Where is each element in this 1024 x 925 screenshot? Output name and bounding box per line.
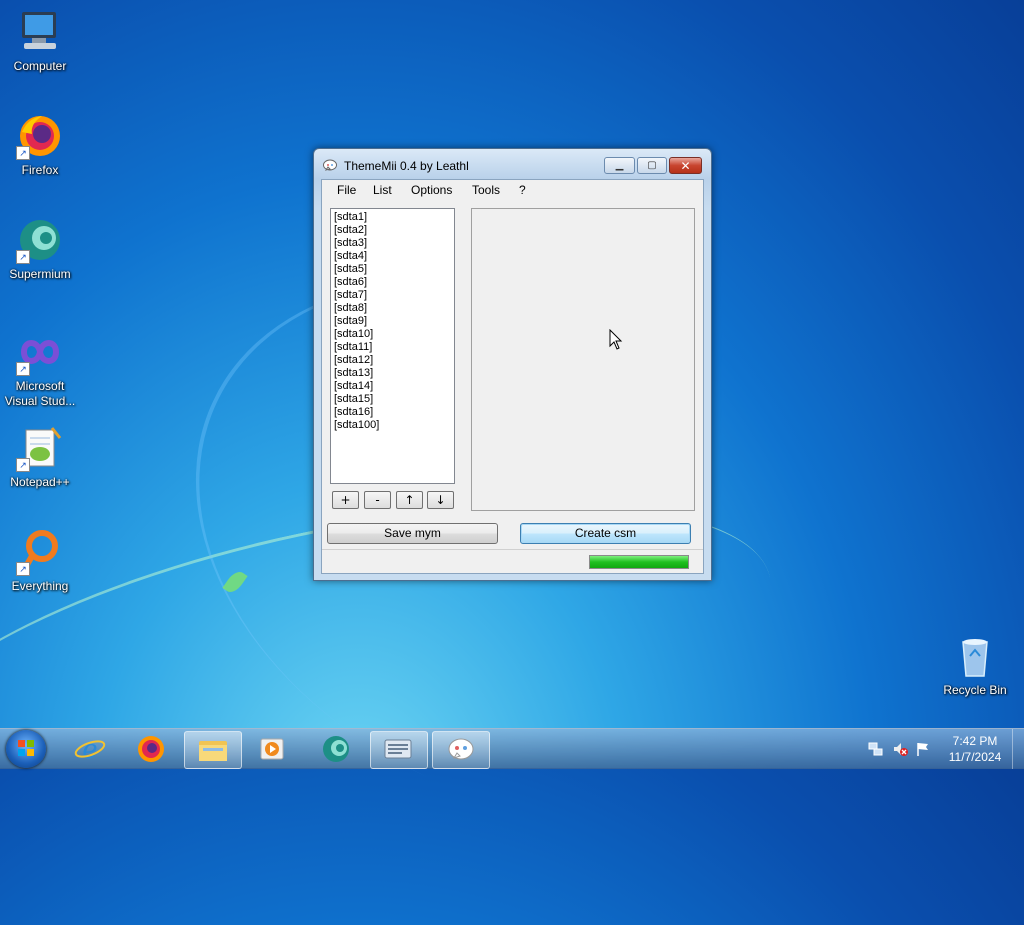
- list-item[interactable]: [sdta6]: [334, 276, 451, 289]
- save-mym-button[interactable]: Save mym: [327, 523, 498, 544]
- taskbar-thememii[interactable]: [432, 731, 490, 769]
- network-icon[interactable]: [868, 741, 884, 757]
- desktop-icon-computer[interactable]: Computer: [0, 8, 80, 74]
- list-item[interactable]: [sdta3]: [334, 237, 451, 250]
- firefox-icon: ↗: [16, 112, 64, 160]
- taskbar-on-screen-keyboard[interactable]: [370, 731, 428, 769]
- desktop-icon-label: Recycle Bin: [943, 683, 1007, 697]
- start-button[interactable]: [6, 730, 46, 768]
- list-item[interactable]: [sdta16]: [334, 406, 451, 419]
- list-item[interactable]: [sdta15]: [334, 393, 451, 406]
- svg-text:e: e: [82, 735, 97, 765]
- window-title: ThemeMii 0.4 by Leathl: [344, 159, 469, 173]
- desktop-icon-everything[interactable]: ↗ Everything: [0, 528, 80, 594]
- add-button[interactable]: +: [332, 491, 359, 509]
- list-item[interactable]: [sdta10]: [334, 328, 451, 341]
- desktop-icon-firefox[interactable]: ↗ Firefox: [0, 112, 80, 178]
- list-item[interactable]: [sdta11]: [334, 341, 451, 354]
- menu-file[interactable]: File: [337, 183, 356, 197]
- recycle-bin-icon: [951, 632, 999, 680]
- media-player-icon: [260, 738, 284, 760]
- list-item[interactable]: [sdta12]: [334, 354, 451, 367]
- taskbar-file-explorer[interactable]: [184, 731, 242, 769]
- create-csm-button[interactable]: Create csm: [520, 523, 691, 544]
- status-bar: [322, 549, 703, 574]
- shortcut-arrow-icon: ↗: [16, 362, 30, 376]
- desktop-icon-label: Microsoft Visual Stud...: [4, 379, 76, 408]
- list-item[interactable]: [sdta7]: [334, 289, 451, 302]
- thememii-window[interactable]: ThemeMii 0.4 by Leathl ▁ ▢ ✕ File List O…: [313, 148, 712, 581]
- menu-options[interactable]: Options: [411, 183, 452, 197]
- progress-bar: [589, 555, 689, 569]
- shortcut-arrow-icon: ↗: [16, 146, 30, 160]
- close-icon: ✕: [680, 158, 691, 173]
- menu-help[interactable]: ?: [519, 183, 526, 197]
- list-item[interactable]: [sdta9]: [334, 315, 451, 328]
- remove-button[interactable]: -: [364, 491, 391, 509]
- close-button[interactable]: ✕: [669, 157, 702, 174]
- list-item[interactable]: [sdta8]: [334, 302, 451, 315]
- desktop-icon-label: Firefox: [21, 163, 59, 177]
- section-listbox[interactable]: [sdta1] [sdta2] [sdta3] [sdta4] [sdta5] …: [330, 208, 455, 484]
- folder-icon: [199, 741, 227, 761]
- minimize-button[interactable]: ▁: [604, 157, 635, 174]
- everything-icon: ↗: [16, 528, 64, 576]
- action-center-flag-icon[interactable]: [915, 741, 931, 757]
- desktop-icon-supermium[interactable]: ↗ Supermium: [0, 216, 80, 282]
- supermium-icon: ↗: [16, 216, 64, 264]
- progress-fill: [590, 556, 688, 568]
- maximize-icon: ▢: [647, 160, 657, 171]
- keyboard-icon: [384, 739, 412, 759]
- shortcut-arrow-icon: ↗: [16, 562, 30, 576]
- menu-tools[interactable]: Tools: [472, 183, 500, 197]
- minimize-icon: ▁: [615, 160, 624, 171]
- clock[interactable]: 7:42 PM 11/7/2024: [940, 733, 1010, 765]
- move-down-button[interactable]: ↓: [427, 491, 454, 509]
- thememii-app-icon: [323, 159, 338, 172]
- list-item[interactable]: [sdta2]: [334, 224, 451, 237]
- clock-time: 7:42 PM: [952, 734, 998, 748]
- desktop-icon-label: Supermium: [9, 267, 71, 281]
- list-item[interactable]: [sdta100]: [334, 419, 451, 432]
- computer-icon: [16, 8, 64, 56]
- maximize-button[interactable]: ▢: [637, 157, 667, 174]
- visual-studio-icon: ↗: [16, 328, 64, 376]
- notepadpp-icon: ↗: [16, 424, 64, 472]
- taskbar-supermium[interactable]: [306, 731, 362, 767]
- taskbar: e 7:42 PM 11/7/2024: [0, 728, 1024, 769]
- shortcut-arrow-icon: ↗: [16, 250, 30, 264]
- list-item[interactable]: [sdta4]: [334, 250, 451, 263]
- menu-bar: File List Options Tools ?: [322, 180, 703, 200]
- volume-muted-icon[interactable]: [892, 741, 908, 757]
- list-item[interactable]: [sdta1]: [334, 211, 451, 224]
- move-up-button[interactable]: ↑: [396, 491, 423, 509]
- desktop-icon-label: Everything: [11, 579, 69, 593]
- taskbar-media-player[interactable]: [245, 731, 301, 767]
- firefox-icon: [138, 736, 164, 762]
- mouse-cursor-icon: [609, 328, 623, 351]
- window-client-area: File List Options Tools ? [sdta1] [sdta2…: [321, 179, 704, 574]
- list-item[interactable]: [sdta13]: [334, 367, 451, 380]
- internet-explorer-icon: e: [74, 735, 106, 765]
- show-desktop-button[interactable]: [1012, 729, 1024, 769]
- title-bar[interactable]: ThemeMii 0.4 by Leathl ▁ ▢ ✕: [314, 149, 711, 181]
- supermium-icon: [323, 736, 349, 762]
- list-item[interactable]: [sdta5]: [334, 263, 451, 276]
- desktop-icon-recycle-bin[interactable]: Recycle Bin: [935, 632, 1015, 698]
- menu-list[interactable]: List: [373, 183, 392, 197]
- list-item[interactable]: [sdta14]: [334, 380, 451, 393]
- taskbar-internet-explorer[interactable]: e: [62, 731, 118, 767]
- clock-date: 11/7/2024: [948, 750, 1002, 764]
- preview-panel: [471, 208, 695, 511]
- shortcut-arrow-icon: ↗: [16, 458, 30, 472]
- windows-logo-icon: [18, 740, 34, 756]
- desktop-icon-visual-studio[interactable]: ↗ Microsoft Visual Stud...: [0, 328, 80, 409]
- desktop-icon-label: Notepad++: [10, 475, 70, 489]
- thememii-icon: [448, 738, 474, 760]
- taskbar-firefox[interactable]: [123, 731, 179, 767]
- desktop-icon-label: Computer: [13, 59, 67, 73]
- desktop-icon-notepadpp[interactable]: ↗ Notepad++: [0, 424, 80, 490]
